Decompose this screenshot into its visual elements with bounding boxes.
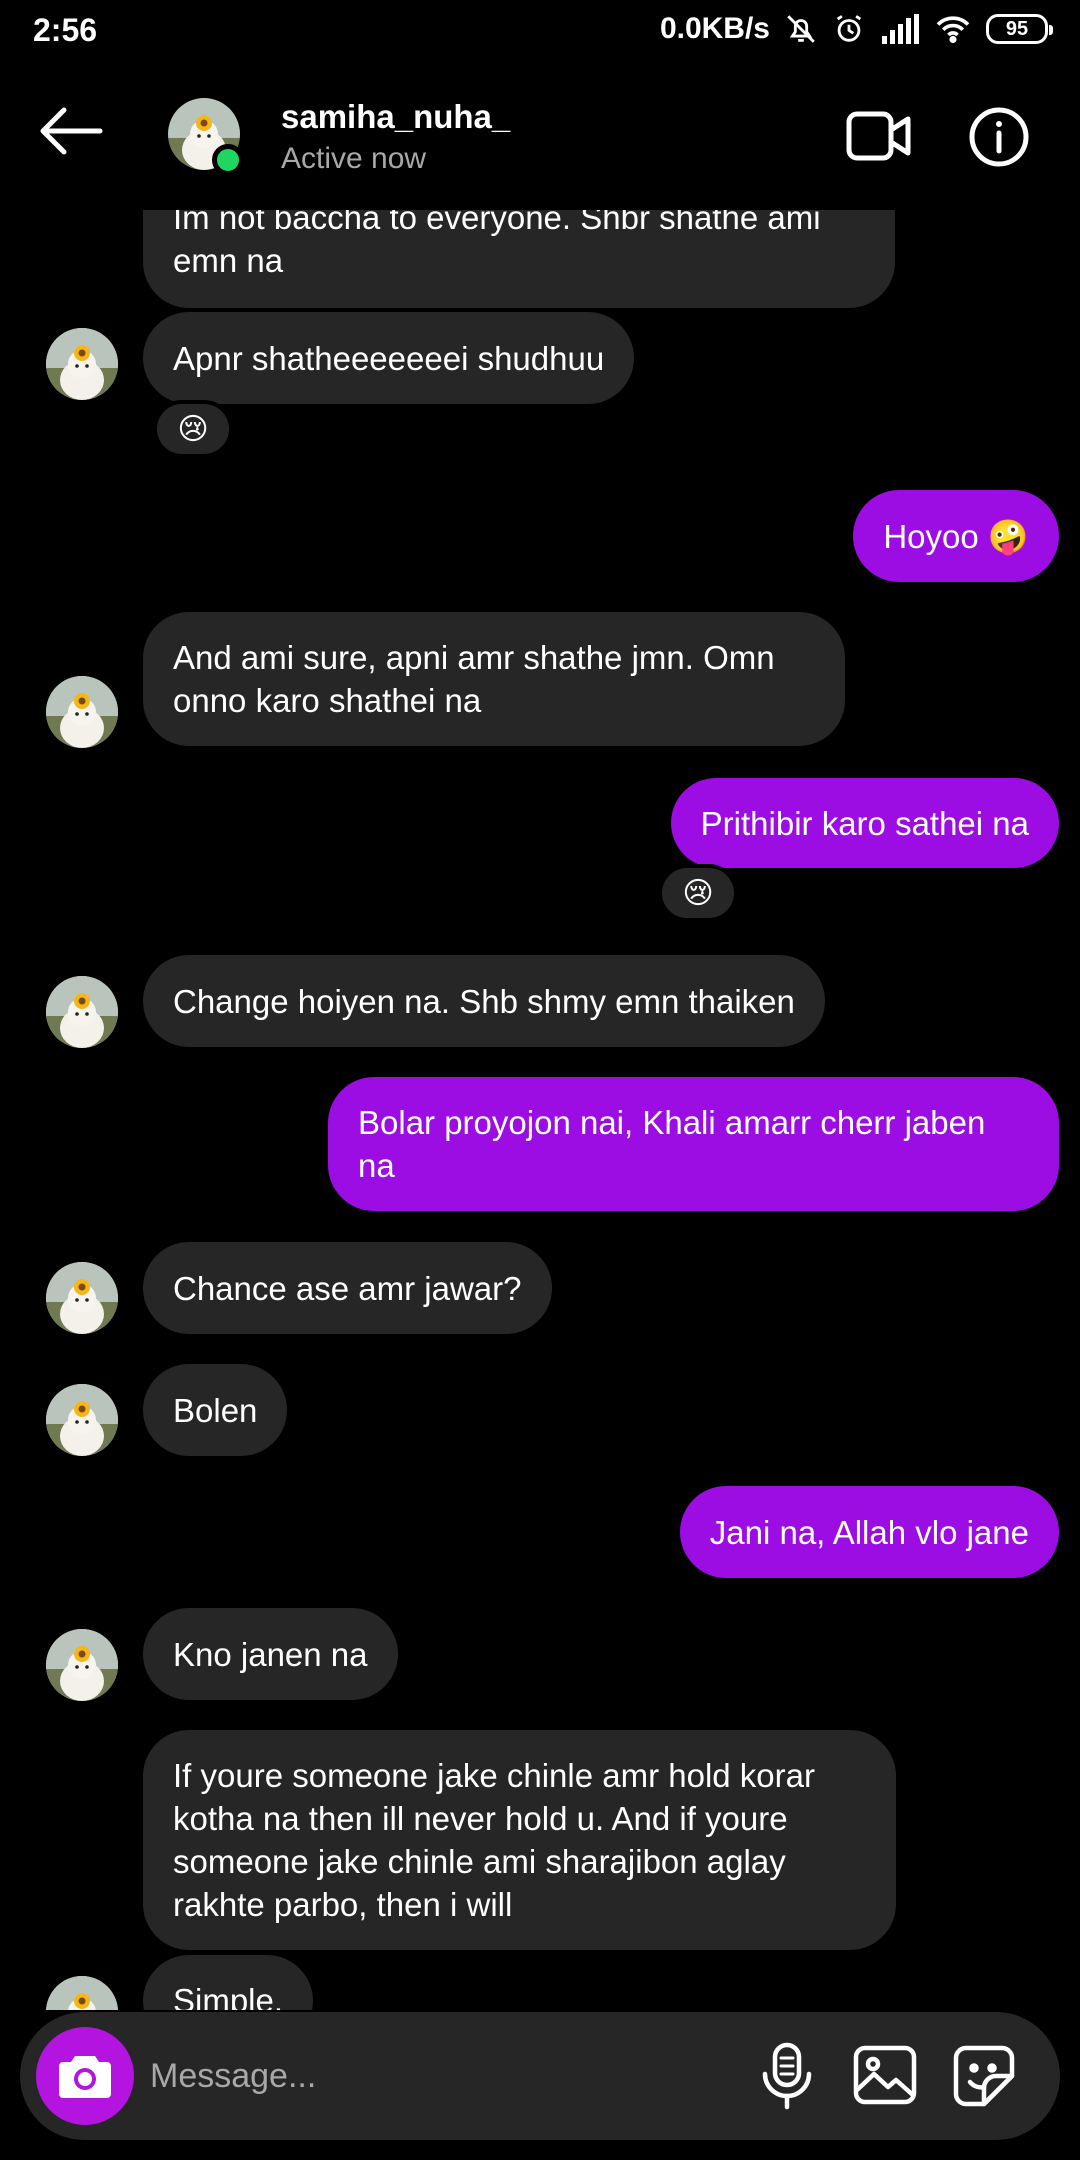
avatar[interactable] [46,1262,118,1334]
avatar[interactable] [46,676,118,748]
sticker-icon [953,2045,1015,2107]
image-icon [853,2045,917,2105]
message-bubble-incoming[interactable]: Bolen [143,1364,288,1456]
video-call-button[interactable] [846,108,912,164]
message-text: Chance ase amr jawar? [173,1269,522,1307]
avatar[interactable] [46,976,118,1048]
arrow-left-icon [40,107,103,155]
message-text: na [358,1147,395,1184]
microphone-icon [762,2042,812,2110]
message-text: Jani na, Allah vlo jane [709,1513,1029,1551]
message-text: onno karo shathei na [173,682,482,719]
message-input[interactable] [150,2046,710,2106]
message-text: If youre someone jake chinle amr hold ko… [173,1757,815,1794]
message-list[interactable]: Im not baccha to everyone. Shbr shathe a… [0,0,1080,2010]
message-bubble-incoming[interactable]: Change hoiyen na. Shb shmy emn thaiken [143,955,825,1047]
contact-status: Active now [281,142,427,175]
reaction-emoji: 😢 [682,876,714,910]
message-text: Bolar proyojon nai, Khali amarr cherr ja… [358,1104,986,1141]
message-bubble-incoming[interactable]: Kno janen na [143,1608,398,1700]
video-camera-icon [846,111,911,161]
avatar[interactable] [46,1629,118,1701]
message-text: Prithibir karo sathei na [700,804,1029,842]
microphone-button[interactable] [755,2042,819,2110]
online-indicator [212,144,244,176]
message-text: Bolen [173,1391,258,1429]
reaction-emoji: 😢 [177,412,209,446]
avatar[interactable] [46,1976,118,2010]
camera-icon [59,2056,111,2098]
message-bubble-outgoing[interactable]: Jani na, Allah vlo jane [679,1486,1059,1578]
message-bubble-outgoing[interactable]: Prithibir karo sathei na [670,778,1059,868]
contact-name[interactable]: samiha_nuha_ [281,98,510,136]
gallery-button[interactable] [852,2044,918,2106]
sticker-button[interactable] [952,2044,1016,2108]
message-text: kotha na then ill never hold u. And if y… [173,1800,788,1837]
message-bubble-incoming[interactable]: And ami sure, apni amr shathe jmn. Omn o… [143,612,845,746]
message-composer [20,2012,1060,2140]
reaction-badge[interactable]: 😢 [153,400,233,458]
message-text: Hoyoo 🤪 [883,517,1029,555]
info-button[interactable] [968,106,1030,168]
avatar[interactable] [46,1384,118,1456]
message-bubble-outgoing[interactable]: Hoyoo 🤪 [853,490,1059,582]
reaction-badge[interactable]: 😢 [658,864,738,922]
message-bubble-incoming[interactable]: Chance ase amr jawar? [143,1242,552,1334]
message-text: rakhte parbo, then i will [173,1886,513,1923]
message-text: Simple. [173,1982,284,2010]
message-text: someone jake chinle ami sharajibon aglay [173,1843,786,1880]
back-button[interactable] [38,106,104,156]
message-text: And ami sure, apni amr shathe jmn. Omn [173,639,775,676]
message-text: emn na [173,242,284,279]
message-text: Change hoiyen na. Shb shmy emn thaiken [173,982,795,1020]
message-bubble-incoming[interactable]: If youre someone jake chinle amr hold ko… [143,1730,896,1950]
camera-button[interactable] [36,2027,134,2125]
message-text: Kno janen na [173,1635,368,1673]
message-bubble-incoming[interactable]: Apnr shatheeeeeeei shudhuu [143,312,635,404]
chat-header: samiha_nuha_ Active now [0,62,1080,210]
message-bubble-incoming[interactable]: Simple. [143,1955,314,2010]
message-bubble-outgoing[interactable]: Bolar proyojon nai, Khali amarr cherr ja… [328,1077,1059,1211]
info-icon [969,107,1029,167]
message-text: Apnr shatheeeeeeei shudhuu [173,339,605,377]
avatar[interactable] [46,328,118,400]
